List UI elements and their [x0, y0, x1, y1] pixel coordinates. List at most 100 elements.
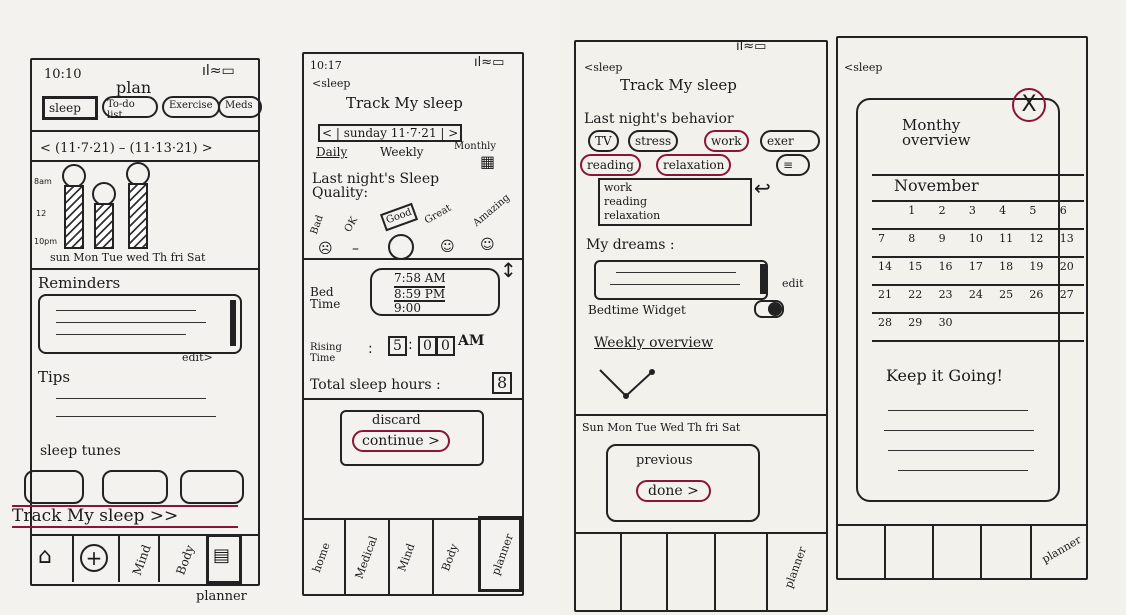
calendar-day[interactable]: 3	[969, 204, 976, 217]
status-icons: ıl≈▭	[736, 39, 767, 54]
tune-card[interactable]	[24, 470, 84, 504]
calendar-day[interactable]: 26	[1029, 288, 1043, 301]
text-line	[616, 272, 736, 273]
behavior-exercise[interactable]: exer	[760, 130, 820, 152]
tab-meds[interactable]: Meds	[218, 96, 262, 118]
nav-add[interactable]: +	[74, 536, 118, 582]
calendar-day[interactable]: 9	[939, 232, 946, 245]
nav-mind[interactable]: Mind	[130, 543, 154, 577]
nav-medical[interactable]: Medical	[353, 534, 380, 580]
done-button[interactable]: done >	[636, 480, 711, 502]
nav-home[interactable]: home	[310, 541, 333, 574]
back-link[interactable]: <sleep	[312, 78, 350, 89]
dreams-textbox[interactable]	[594, 260, 768, 300]
calendar-day[interactable]: 30	[939, 316, 953, 329]
reminders-box[interactable]	[38, 294, 242, 354]
nav-planner[interactable]: ▤	[206, 534, 242, 584]
tune-card[interactable]	[180, 470, 244, 504]
tune-card[interactable]	[102, 470, 168, 504]
behavior-work[interactable]: work	[704, 130, 749, 152]
back-link[interactable]: <sleep	[584, 62, 622, 73]
total-sleep-field[interactable]: 8	[492, 372, 513, 394]
calendar-day[interactable]: 24	[969, 288, 983, 301]
rising-ampm-toggle[interactable]: AM	[458, 334, 484, 348]
nav-body[interactable]: Body	[173, 543, 197, 576]
nav-planner[interactable]: planner	[478, 516, 522, 592]
quality-option-great[interactable]: Great	[423, 203, 453, 227]
nav-divider	[388, 518, 390, 594]
calendar-day[interactable]: 21	[878, 288, 892, 301]
rising-minute-field[interactable]: 0	[436, 336, 455, 356]
calendar-day[interactable]: 17	[969, 260, 983, 273]
calendar-day[interactable]: 18	[999, 260, 1013, 273]
calendar-day[interactable]: 6	[1060, 204, 1067, 217]
behavior-reading-label: reading	[587, 158, 634, 172]
nav-planner[interactable]: planner	[1040, 533, 1084, 566]
scrollbar[interactable]	[760, 264, 766, 294]
calendar-day[interactable]: 19	[1029, 260, 1043, 273]
divider	[304, 398, 522, 400]
continue-button[interactable]: continue >	[352, 430, 450, 452]
view-monthly[interactable]: Monthly	[454, 142, 496, 152]
calendar-day[interactable]: 4	[999, 204, 1006, 217]
text-line	[898, 470, 1028, 471]
quality-option-amazing[interactable]: Amazing	[471, 192, 512, 229]
tab-todo[interactable]: To-do list	[102, 96, 158, 121]
calendar-day[interactable]: 13	[1060, 232, 1074, 245]
calendar-icon: ▦	[480, 152, 496, 171]
calendar-day[interactable]: 16	[939, 260, 953, 273]
back-link[interactable]: <sleep	[844, 62, 882, 73]
quality-option-ok[interactable]: OK	[343, 215, 360, 234]
calendar-day[interactable]: 22	[908, 288, 922, 301]
edit-link[interactable]: edit>	[182, 352, 213, 363]
edit-link[interactable]: edit	[782, 278, 804, 289]
calendar-day[interactable]: 1	[908, 204, 915, 217]
tab-sleep[interactable]: sleep	[42, 96, 98, 120]
monthly-overview-modal: X Monthy overview November 1 2 3 4 5 6 7 8 9 10 11…	[856, 88, 1084, 502]
calendar-day[interactable]: 29	[908, 316, 922, 329]
quality-option-good[interactable]: Good	[379, 202, 419, 232]
nav-planner[interactable]: planner	[782, 545, 809, 590]
discard-button[interactable]: discard	[372, 414, 421, 427]
scrollbar[interactable]	[230, 300, 236, 346]
nav-body[interactable]: Body	[439, 542, 461, 573]
date-selector[interactable]: < | sunday 11·7·21 | >	[318, 124, 463, 142]
behavior-relaxation[interactable]: relaxation	[656, 154, 732, 176]
bedtime-widget-toggle[interactable]	[754, 300, 784, 318]
nav-mind[interactable]: Mind	[395, 542, 417, 574]
text-line	[888, 410, 1028, 411]
behavior-stress[interactable]: stress	[628, 130, 679, 152]
rising-minute-field[interactable]: 0	[418, 336, 437, 356]
date-range-selector[interactable]: < (11·7·21) – (11·13·21) >	[40, 142, 213, 155]
calendar-day[interactable]: 12	[1029, 232, 1043, 245]
calendar-day[interactable]: 27	[1060, 288, 1074, 301]
calendar-day[interactable]: 20	[1060, 260, 1074, 273]
nav-divider	[666, 532, 668, 610]
view-daily[interactable]: Daily	[316, 146, 347, 158]
more-behaviors-icon[interactable]: ≡	[776, 154, 810, 176]
tab-exercise[interactable]: Exercise	[162, 96, 220, 118]
calendar-day[interactable]: 11	[999, 232, 1013, 245]
rising-hour-field[interactable]: 5	[388, 336, 407, 356]
close-button[interactable]: X	[1012, 88, 1046, 122]
calendar-day[interactable]: 7	[878, 232, 885, 245]
weekly-overview-link[interactable]: Weekly overview	[594, 336, 713, 350]
calendar-day[interactable]: 28	[878, 316, 892, 329]
calendar-day[interactable]: 8	[908, 232, 915, 245]
calendar-day[interactable]: 23	[939, 288, 953, 301]
quality-option-bad[interactable]: Bad	[309, 214, 326, 236]
bed-time-picker[interactable]: 7:58 AM 8:59 PM 9:00	[370, 268, 500, 316]
track-my-sleep-link[interactable]: Track My sleep >>	[12, 508, 178, 525]
view-weekly[interactable]: Weekly	[380, 146, 423, 158]
calendar-day[interactable]: 10	[969, 232, 983, 245]
previous-button[interactable]: previous	[636, 454, 693, 467]
calendar-day[interactable]: 5	[1029, 204, 1036, 217]
calendar-day[interactable]: 25	[999, 288, 1013, 301]
behavior-tv[interactable]: TV	[588, 130, 619, 152]
behavior-reading[interactable]: reading	[580, 154, 641, 176]
nav-home[interactable]: ⌂	[32, 536, 72, 582]
calendar-day[interactable]: 15	[908, 260, 922, 273]
calendar-day[interactable]: 14	[878, 260, 892, 273]
calendar-day[interactable]: 2	[939, 204, 946, 217]
smile-face-icon	[388, 234, 414, 260]
